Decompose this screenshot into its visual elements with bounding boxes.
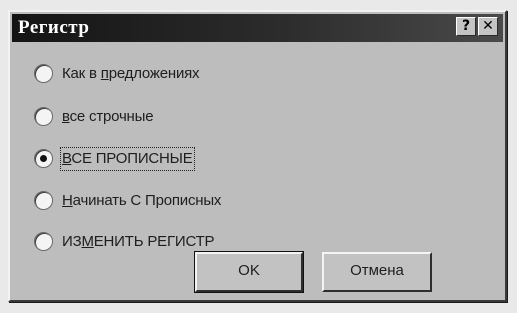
close-button[interactable]: ✕ — [478, 17, 498, 36]
radio-selected-dot — [40, 155, 47, 162]
close-icon: ✕ — [482, 18, 494, 34]
radio-sentence-case[interactable] — [34, 64, 53, 83]
help-button[interactable]: ? — [456, 17, 476, 36]
option-label-lowercase: все строчные — [62, 108, 154, 125]
radio-uppercase[interactable] — [34, 149, 53, 168]
dialog-title: Регистр — [18, 17, 90, 38]
cancel-button[interactable]: Отмена — [322, 252, 432, 292]
radio-toggle-case[interactable] — [34, 232, 53, 251]
question-mark-icon: ? — [461, 18, 471, 34]
title-bar[interactable]: Регистр ? ✕ — [12, 14, 503, 42]
option-label-title-case: Начинать С Прописных — [62, 192, 222, 209]
option-label-toggle-case: ИЗМЕНИТЬ РЕГИСТР — [62, 233, 215, 250]
ok-button[interactable]: OK — [194, 251, 304, 293]
case-dialog: Регистр ? ✕ Как в предложениях все строч… — [8, 10, 507, 302]
option-label-uppercase: ВСЕ ПРОПИСНЫЕ — [60, 147, 195, 171]
screen: Регистр ? ✕ Как в предложениях все строч… — [0, 0, 517, 313]
radio-lowercase[interactable] — [34, 107, 53, 126]
radio-title-case[interactable] — [34, 191, 53, 210]
option-label-sentence-case: Как в предложениях — [62, 65, 200, 82]
